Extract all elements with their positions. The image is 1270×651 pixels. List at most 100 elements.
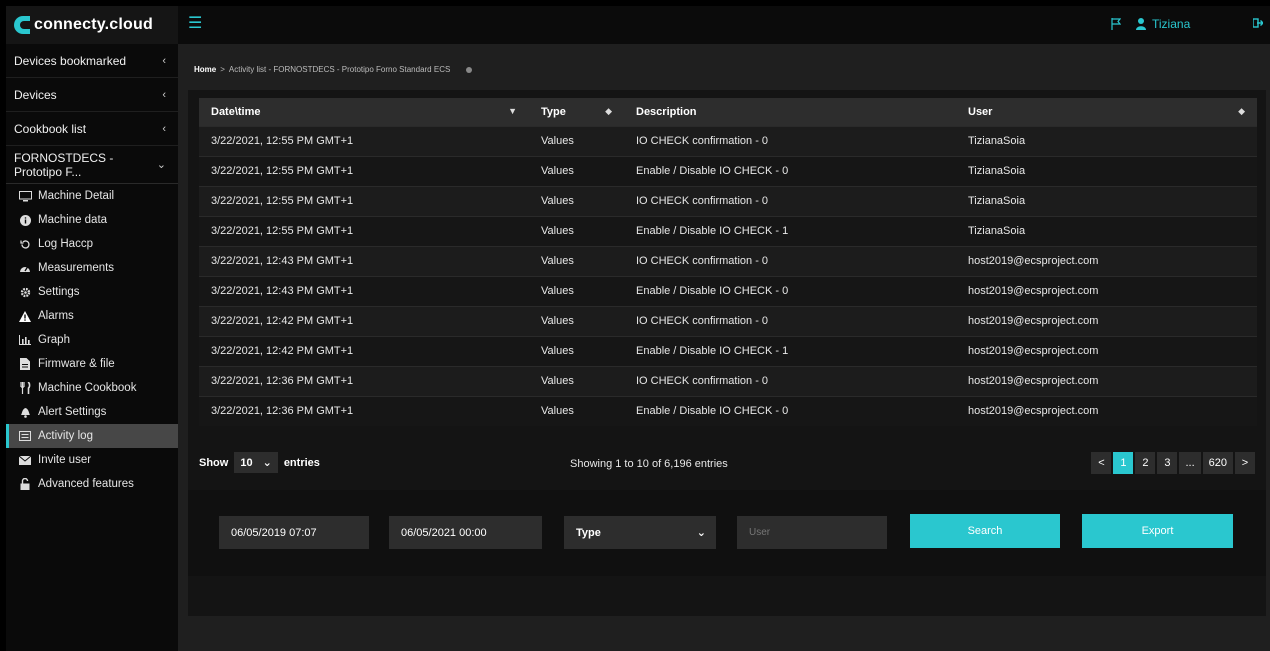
sidebar-section-devices-bookmarked[interactable]: Devices bookmarked ‹ (6, 44, 178, 78)
cell-user: TizianaSoia (956, 155, 1257, 186)
cell-user: host2019@ecsproject.com (956, 245, 1257, 276)
page-length-select[interactable]: 10 ⌄ (234, 452, 278, 473)
warning-icon (16, 310, 34, 322)
cell-type: Values (529, 125, 624, 156)
sidebar-machine-label: FORNOSTDECS - Prototipo F... (14, 150, 114, 179)
sidebar-item-log-haccp[interactable]: Log Haccp (6, 232, 178, 256)
cell-user: TizianaSoia (956, 125, 1257, 156)
sidebar: Devices bookmarked ‹ Devices ‹ Cookbook … (6, 44, 178, 651)
sidebar-item-advanced-features[interactable]: Advanced features (6, 472, 178, 496)
sidebar-section-cookbook-list[interactable]: Cookbook list ‹ (6, 112, 178, 146)
sidebar-item-alarms[interactable]: Alarms (6, 304, 178, 328)
column-header-type[interactable]: Type ◆ (529, 98, 624, 126)
sidebar-item-measurements[interactable]: Measurements (6, 256, 178, 280)
activity-log-panel: Date\time ▼ Type ◆ Description User ◆ 3/… (188, 90, 1266, 616)
sidebar-item-invite-user[interactable]: Invite user (6, 448, 178, 472)
length-entries-label: entries (283, 456, 320, 469)
pagination: < 1 2 3 ... 620 > (1091, 452, 1255, 474)
brand-name: connecty.cloud (34, 16, 153, 33)
export-button[interactable]: Export (1082, 514, 1233, 548)
logout-icon[interactable] (1253, 18, 1263, 28)
sidebar-item-settings[interactable]: Settings (6, 280, 178, 304)
date-from-input[interactable]: 06/05/2019 07:07 (219, 516, 369, 549)
breadcrumb-current: Activity list - FORNOSTDECS - Prototipo … (228, 65, 451, 74)
sidebar-item-label: Log Haccp (38, 238, 93, 250)
sidebar-item-label: Measurements (38, 262, 115, 274)
list-icon (16, 431, 34, 441)
sidebar-item-label: Machine Detail (38, 190, 115, 202)
cell-datetime: 3/22/2021, 12:42 PM GMT+1 (199, 335, 529, 366)
chevron-down-icon: ⌄ (156, 159, 166, 171)
user-input[interactable]: User (737, 516, 887, 549)
chart-icon (16, 335, 34, 345)
breadcrumb: Home > Activity list - FORNOSTDECS - Pro… (194, 65, 473, 74)
cell-description: IO CHECK confirmation - 0 (624, 305, 956, 336)
sidebar-item-graph[interactable]: Graph (6, 328, 178, 352)
sidebar-item-label: Alarms (38, 310, 74, 322)
pagination-page-1[interactable]: 1 (1113, 452, 1134, 474)
pagination-page-2[interactable]: 2 (1135, 452, 1156, 474)
flag-icon[interactable] (1111, 18, 1121, 30)
cell-description: Enable / Disable IO CHECK - 0 (624, 395, 956, 426)
column-header-description[interactable]: Description (624, 98, 956, 126)
cutlery-icon (16, 382, 34, 394)
sidebar-item-label: Firmware & file (38, 358, 115, 370)
table-row: 3/22/2021, 12:42 PM GMT+1 Values IO CHECK … (199, 305, 1257, 336)
pagination-prev[interactable]: < (1091, 452, 1112, 474)
chevron-down-icon: ⌄ (262, 457, 272, 469)
cell-description: Enable / Disable IO CHECK - 0 (624, 155, 956, 186)
sidebar-section-label: Devices (14, 87, 57, 102)
sidebar-item-firmware-file[interactable]: Firmware & file (6, 352, 178, 376)
sort-desc-icon: ▼ (508, 106, 517, 116)
sidebar-item-machine-detail[interactable]: Machine Detail (6, 184, 178, 208)
type-select[interactable]: Type ⌄ (564, 516, 716, 549)
info-icon (16, 214, 34, 226)
cell-type: Values (529, 395, 624, 426)
cell-type: Values (529, 335, 624, 366)
sidebar-section-devices[interactable]: Devices ‹ (6, 78, 178, 112)
history-icon (16, 239, 34, 250)
chevron-left-icon: ‹ (162, 54, 166, 67)
sidebar-item-label: Invite user (38, 454, 92, 466)
table-row: 3/22/2021, 12:42 PM GMT+1 Values Enable / … (199, 335, 1257, 366)
column-header-datetime[interactable]: Date\time ▼ (199, 98, 529, 126)
cell-description: IO CHECK confirmation - 0 (624, 245, 956, 276)
sidebar-machine-selector[interactable]: FORNOSTDECS - Prototipo F... ⌄ (6, 146, 178, 184)
bell-icon (16, 406, 34, 418)
table-row: 3/22/2021, 12:55 PM GMT+1 Values Enable / … (199, 155, 1257, 186)
sidebar-item-alert-settings[interactable]: Alert Settings (6, 400, 178, 424)
pagination-page-3[interactable]: 3 (1157, 452, 1178, 474)
pagination-page-last[interactable]: 620 (1202, 452, 1233, 474)
chevron-left-icon: ‹ (162, 88, 166, 101)
cell-datetime: 3/22/2021, 12:55 PM GMT+1 (199, 185, 529, 216)
breadcrumb-home-link[interactable]: Home (194, 65, 216, 74)
cell-description: IO CHECK confirmation - 0 (624, 185, 956, 216)
search-button[interactable]: Search (910, 514, 1060, 548)
app-frame: connecty.cloud ☰ Tiziana Devices bookmar… (6, 6, 1270, 651)
cell-user: TizianaSoia (956, 185, 1257, 216)
cell-user: host2019@ecsproject.com (956, 335, 1257, 366)
sidebar-section-label: Devices bookmarked (14, 53, 127, 68)
cell-user: host2019@ecsproject.com (956, 365, 1257, 396)
table-row: 3/22/2021, 12:36 PM GMT+1 Values IO CHECK … (199, 365, 1257, 396)
sidebar-item-activity-log[interactable]: Activity log (6, 424, 178, 448)
cell-type: Values (529, 155, 624, 186)
user-menu[interactable]: Tiziana (1136, 15, 1221, 33)
sidebar-item-machine-data[interactable]: Machine data (6, 208, 178, 232)
cell-datetime: 3/22/2021, 12:55 PM GMT+1 (199, 155, 529, 186)
column-header-user[interactable]: User ◆ (956, 98, 1257, 126)
sidebar-item-label: Activity log (38, 430, 93, 442)
date-to-input[interactable]: 06/05/2021 00:00 (389, 516, 542, 549)
cell-type: Values (529, 365, 624, 396)
sort-icon: ◆ (1238, 106, 1245, 116)
hamburger-menu-icon[interactable]: ☰ (188, 16, 202, 32)
sidebar-item-machine-cookbook[interactable]: Machine Cookbook (6, 376, 178, 400)
brand-logo[interactable]: connecty.cloud (6, 6, 178, 44)
cell-description: IO CHECK confirmation - 0 (624, 365, 956, 396)
top-bar: connecty.cloud ☰ Tiziana (6, 6, 1270, 44)
sidebar-section-label: Cookbook list (14, 121, 87, 136)
pagination-next[interactable]: > (1235, 452, 1255, 474)
table-row: 3/22/2021, 12:43 PM GMT+1 Values IO CHECK … (199, 245, 1257, 276)
table-info: Showing 1 to 10 of 6,196 entries (570, 458, 728, 470)
cell-type: Values (529, 185, 624, 216)
